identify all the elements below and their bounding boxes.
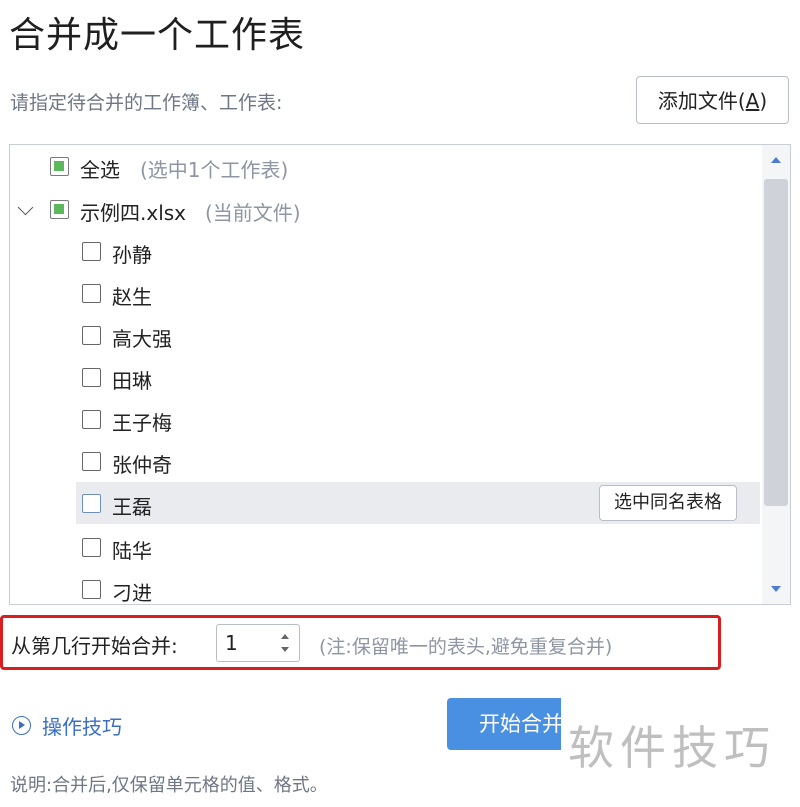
select-same-name-button[interactable]: 选中同名表格 xyxy=(599,485,737,521)
tips-link[interactable]: 操作技巧 xyxy=(42,711,122,740)
add-file-button[interactable]: 添加文件(A) xyxy=(636,76,789,124)
sheet-checkbox[interactable] xyxy=(82,284,101,303)
sheet-label: 田琳 xyxy=(112,369,152,393)
start-row-stepper[interactable]: 1 xyxy=(216,624,300,662)
scroll-thumb[interactable] xyxy=(764,179,788,506)
sheet-label: 王子梅 xyxy=(112,411,172,435)
select-all-label: 全选 xyxy=(80,158,120,182)
sheet-row[interactable]: 赵生 xyxy=(10,272,760,314)
sheet-label: 刁进 xyxy=(112,581,152,605)
dialog-subtitle: 请指定待合并的工作簿、工作表: xyxy=(10,92,283,114)
file-checkbox[interactable] xyxy=(50,200,69,219)
sheet-checkbox[interactable] xyxy=(82,410,101,429)
sheet-label: 张仲奇 xyxy=(112,453,172,477)
add-file-shortcut: A xyxy=(745,89,760,113)
sheet-checkbox[interactable] xyxy=(82,326,101,345)
sheet-checkbox[interactable] xyxy=(82,452,101,471)
sheet-checkbox[interactable] xyxy=(82,494,101,513)
dialog-title: 合并成一个工作表 xyxy=(9,15,306,56)
start-row-value[interactable]: 1 xyxy=(225,631,238,655)
sheet-label: 孙静 xyxy=(112,243,152,267)
scroll-down-arrow-icon[interactable] xyxy=(771,586,781,592)
sheet-row[interactable]: 高大强 xyxy=(10,314,760,356)
stepper-down-icon[interactable] xyxy=(281,647,289,652)
sheet-checkbox[interactable] xyxy=(82,538,101,557)
sheet-checkbox[interactable] xyxy=(82,368,101,387)
file-note: (当前文件) xyxy=(205,201,301,225)
sheet-checkbox[interactable] xyxy=(82,242,101,261)
sheet-label: 王磊 xyxy=(112,495,152,519)
select-all-checkbox[interactable] xyxy=(50,157,69,176)
sheet-row[interactable]: 田琳 xyxy=(10,356,760,398)
sheet-row[interactable]: 张仲奇 xyxy=(10,440,760,482)
vertical-scrollbar[interactable] xyxy=(762,145,790,604)
start-merge-button[interactable]: 开始合并 xyxy=(447,698,561,750)
stepper-up-icon[interactable] xyxy=(281,634,289,639)
file-label: 示例四.xlsx xyxy=(80,201,187,225)
sheet-checkbox[interactable] xyxy=(82,580,101,599)
chevron-down-icon[interactable] xyxy=(17,199,34,216)
sheet-row[interactable]: 刁进 xyxy=(10,568,760,605)
footer-note: 说明:合并后,仅保留单元格的值、格式。 xyxy=(10,775,328,796)
start-row-hint: (注:保留唯一的表头,避免重复合并) xyxy=(319,636,613,658)
watermark-text: 软件技巧 xyxy=(568,721,776,775)
sheet-row[interactable]: 王子梅 xyxy=(10,398,760,440)
add-file-label-end: ) xyxy=(759,89,768,113)
file-row[interactable]: 示例四.xlsx (当前文件) xyxy=(10,188,760,230)
select-all-note: (选中1个工作表) xyxy=(140,158,289,182)
sheet-row[interactable]: 孙静 xyxy=(10,230,760,272)
start-row-label: 从第几行开始合并: xyxy=(11,634,178,658)
workbook-sheet-list[interactable]: 全选 (选中1个工作表) 示例四.xlsx (当前文件) 孙静 赵生 高大强 田… xyxy=(9,144,791,605)
sheet-label: 赵生 xyxy=(112,285,152,309)
select-all-row[interactable]: 全选 (选中1个工作表) xyxy=(10,145,760,187)
sheet-row[interactable]: 陆华 xyxy=(10,526,760,568)
add-file-label: 添加文件( xyxy=(657,89,746,113)
start-row-section: 从第几行开始合并: 1 (注:保留唯一的表头,避免重复合并) xyxy=(0,615,721,670)
sheet-label: 高大强 xyxy=(112,327,172,351)
scroll-up-arrow-icon[interactable] xyxy=(771,157,781,163)
sheet-label: 陆华 xyxy=(112,539,152,563)
play-circle-icon[interactable] xyxy=(12,716,31,735)
